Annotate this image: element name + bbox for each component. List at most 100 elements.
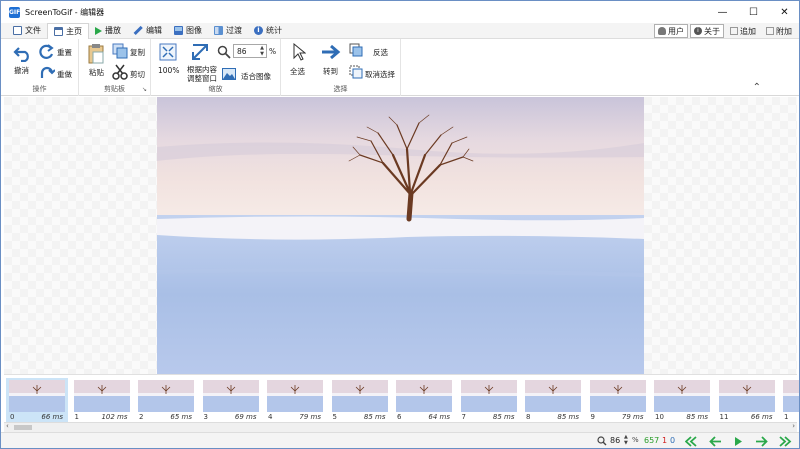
- select-all-label[interactable]: 全选: [290, 66, 305, 77]
- frame-delay: 65 ms: [170, 413, 192, 421]
- frame-thumbnail[interactable]: 7 85 ms: [458, 378, 520, 422]
- invert-selection-icon[interactable]: [349, 43, 363, 57]
- tab-statistics[interactable]: i 统计: [248, 23, 288, 39]
- undo-icon[interactable]: [13, 44, 33, 62]
- editor-canvas[interactable]: [4, 97, 797, 374]
- scissors-icon[interactable]: [112, 64, 128, 80]
- invert-label[interactable]: 反选: [373, 47, 388, 58]
- reset-icon[interactable]: [39, 64, 55, 80]
- goto-arrow-icon[interactable]: [321, 44, 341, 60]
- frame-number: 4: [268, 413, 273, 421]
- collapse-ribbon-icon[interactable]: ⌃: [753, 82, 761, 93]
- frame-thumbnail[interactable]: 10 85 ms: [651, 378, 713, 422]
- tab-home[interactable]: 主页: [47, 22, 89, 40]
- fit-window-label[interactable]: 调整窗口: [187, 73, 217, 84]
- first-frame-icon: [685, 436, 697, 447]
- frame-thumbnail[interactable]: 0 66 ms: [6, 378, 68, 422]
- tab-edit[interactable]: 编辑: [127, 23, 168, 39]
- tab-image[interactable]: 图像: [168, 23, 208, 39]
- zoom-100-label[interactable]: 100%: [158, 66, 179, 75]
- deselect-icon[interactable]: [349, 65, 363, 79]
- goto-label[interactable]: 转到: [323, 66, 338, 77]
- frame-delay: 64 ms: [428, 413, 450, 421]
- ribbon-panel: 撤消 重置 重做 操作 粘贴 复制 剪切 剪贴板 ↘ 100% 根据内容 调整窗…: [1, 39, 799, 96]
- frame-thumbnail[interactable]: 2 65 ms: [135, 378, 197, 422]
- scroll-right-icon[interactable]: ›: [792, 422, 795, 430]
- editor-window: GIF ScreenToGif - 编辑器 — ☐ ✕ 文件 主页 播放 编辑 …: [0, 0, 800, 449]
- tab-file[interactable]: 文件: [7, 23, 47, 39]
- user-button[interactable]: 用户: [654, 24, 688, 38]
- about-button[interactable]: i 关于: [690, 24, 724, 38]
- zoom-stepper-icon[interactable]: ▲ ▼: [260, 45, 264, 57]
- magnifier-icon: [217, 45, 231, 59]
- frame-thumbnail[interactable]: 1: [780, 378, 799, 422]
- fit-content-icon[interactable]: [191, 43, 209, 61]
- playback-controls: [685, 436, 792, 447]
- frame-number: 6: [397, 413, 402, 421]
- add-toggle[interactable]: 追加: [726, 24, 760, 38]
- frame-strip-scrollbar[interactable]: ‹ ›: [4, 422, 797, 432]
- scroll-thumb[interactable]: [14, 425, 32, 430]
- frame-thumbnail[interactable]: 4 79 ms: [264, 378, 326, 422]
- frame-image: [331, 380, 388, 412]
- copy-label[interactable]: 复制: [130, 47, 145, 58]
- ribbon-tabs: 文件 主页 播放 编辑 图像 过渡 i 统计 用户 i 关于 追加 附加: [1, 22, 799, 40]
- paste-label[interactable]: 粘贴: [89, 67, 104, 78]
- frame-thumbnail[interactable]: 5 85 ms: [329, 378, 391, 422]
- zoom-100-icon[interactable]: [159, 43, 177, 61]
- frame-image: [396, 380, 452, 412]
- cut-label[interactable]: 剪切: [130, 69, 145, 80]
- group-clipboard: 粘贴 复制 剪切 剪贴板 ↘: [79, 39, 151, 96]
- minimize-button[interactable]: —: [707, 1, 738, 23]
- frame-thumbnail[interactable]: 11 66 ms: [716, 378, 778, 422]
- frame-count: 657: [644, 436, 660, 445]
- status-zoom-value[interactable]: 86: [610, 436, 620, 445]
- attach-toggle[interactable]: 附加: [762, 24, 796, 38]
- top-right-buttons: 用户 i 关于 追加 附加: [654, 24, 796, 38]
- undo-label[interactable]: 撤消: [14, 65, 29, 76]
- attach-toggle-label: 附加: [776, 26, 792, 36]
- frame-delay: 79 ms: [299, 413, 321, 421]
- about-button-label: 关于: [704, 26, 720, 36]
- frame-thumbnail[interactable]: 8 85 ms: [522, 378, 584, 422]
- frame-image: [525, 380, 581, 412]
- frame-image: [202, 380, 259, 412]
- previous-frame-icon: [709, 436, 721, 447]
- group-actions: 撤消 重置 重做 操作: [1, 39, 79, 96]
- frame-image: [589, 380, 646, 412]
- frame-image: [9, 380, 65, 412]
- deselect-label[interactable]: 取消选择: [365, 69, 395, 80]
- frame-thumbnail[interactable]: 6 64 ms: [393, 378, 455, 422]
- redo-icon[interactable]: [39, 43, 55, 59]
- frame-delay: 66 ms: [41, 413, 63, 421]
- frame-thumbnail[interactable]: 1 102 ms: [71, 378, 133, 422]
- info-icon: i: [254, 26, 263, 35]
- paste-icon[interactable]: [87, 43, 105, 65]
- close-button[interactable]: ✕: [769, 1, 799, 23]
- redo-label[interactable]: 重置: [57, 47, 72, 58]
- frame-image: [73, 380, 130, 412]
- status-zoom-stepper-icon[interactable]: ▲ ▼: [624, 434, 628, 446]
- about-info-icon: i: [694, 27, 702, 35]
- tab-transition[interactable]: 过渡: [208, 23, 248, 39]
- fit-image-icon[interactable]: [222, 68, 236, 80]
- maximize-button[interactable]: ☐: [738, 1, 769, 23]
- frame-thumbnail[interactable]: 9 79 ms: [587, 378, 649, 422]
- frame-number: 10: [655, 413, 664, 421]
- zoom-input[interactable]: 86 ▲ ▼: [233, 44, 267, 58]
- status-bar: 86 ▲ ▼ % 657 1 0: [1, 432, 799, 448]
- cursor-icon[interactable]: [292, 43, 306, 61]
- play-button-icon: [735, 437, 742, 446]
- tab-play[interactable]: 播放: [89, 23, 127, 39]
- frame-number: 1: [74, 413, 79, 421]
- reset-label[interactable]: 重做: [57, 69, 72, 80]
- frame-image: [267, 380, 323, 412]
- group-select: 全选 转到 反选 取消选择 选择: [281, 39, 401, 96]
- scroll-left-icon[interactable]: ‹: [6, 422, 9, 430]
- copy-icon[interactable]: [112, 43, 128, 59]
- add-toggle-label: 追加: [740, 26, 756, 36]
- zoom-unit-label: %: [269, 47, 277, 56]
- dialog-launcher-icon[interactable]: ↘: [142, 86, 147, 93]
- fit-image-label[interactable]: 适合图像: [241, 71, 271, 82]
- frame-thumbnail[interactable]: 3 69 ms: [200, 378, 262, 422]
